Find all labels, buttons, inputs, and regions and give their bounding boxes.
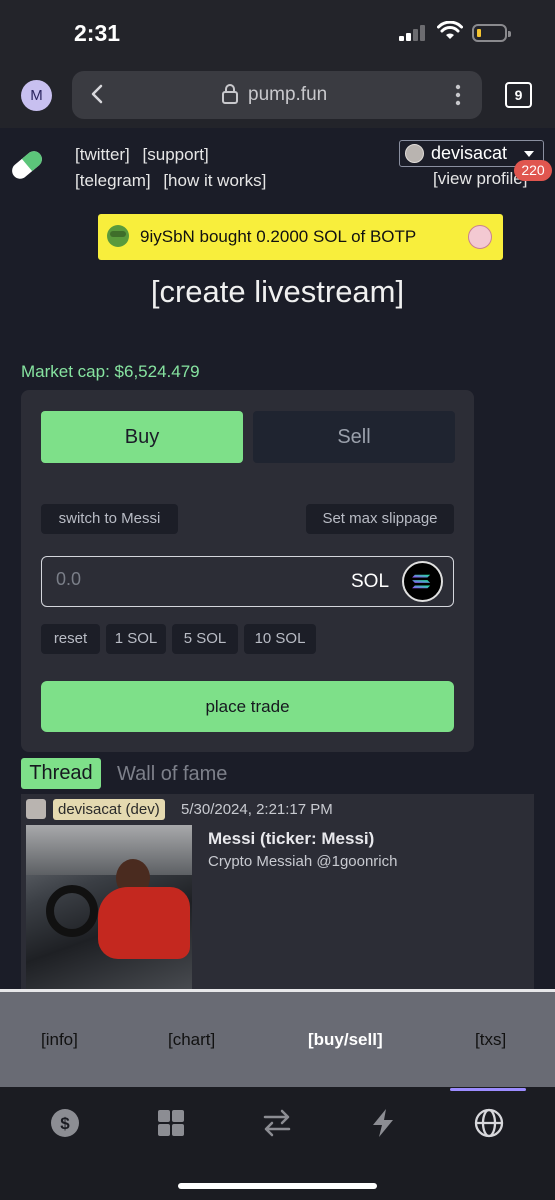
post-author-avatar (26, 799, 46, 819)
page-section-nav: [info] [chart] [buy/sell] [txs] (0, 989, 555, 1087)
one-sol-button[interactable]: 1 SOL (106, 624, 166, 654)
back-chevron-icon[interactable] (90, 83, 104, 105)
amount-input[interactable] (56, 569, 276, 590)
buy-button[interactable]: Buy (41, 411, 243, 463)
market-cap: Market cap: $6,524.479 (21, 362, 200, 381)
url-text: pump.fun (248, 84, 328, 105)
support-link[interactable]: [support] (143, 145, 209, 164)
telegram-link[interactable]: [telegram] (75, 171, 151, 190)
status-time: 2:31 (74, 20, 121, 46)
reset-amount-button[interactable]: reset (41, 624, 100, 654)
username: devisacat (431, 143, 508, 163)
address-bar[interactable]: pump.fun (72, 71, 482, 119)
status-bar: 2:31 (0, 0, 555, 62)
pill-logo-icon[interactable] (8, 147, 46, 183)
swap-icon[interactable] (261, 1107, 293, 1139)
post-image[interactable] (26, 825, 192, 994)
ten-sol-button[interactable]: 10 SOL (244, 624, 316, 654)
nav-buy-sell[interactable]: [buy/sell] (308, 1030, 383, 1050)
browser-bar: M pump.fun 9 (0, 62, 555, 128)
tab-wall-of-fame[interactable]: Wall of fame (117, 763, 227, 786)
user-avatar (405, 144, 424, 163)
twitter-link[interactable]: [twitter] (75, 145, 130, 164)
notification-badge[interactable]: 220 (514, 160, 552, 181)
nav-chart[interactable]: [chart] (168, 1030, 215, 1050)
nav-txs[interactable]: [txs] (475, 1030, 506, 1050)
trade-panel: Buy Sell switch to Messi Set max slippag… (21, 390, 474, 752)
sell-button[interactable]: Sell (253, 411, 455, 463)
currency-label: SOL (351, 571, 390, 592)
frog-avatar-icon (107, 225, 129, 247)
five-sol-button[interactable]: 5 SOL (172, 624, 238, 654)
caret-down-icon (524, 151, 534, 157)
battery-icon (472, 24, 511, 42)
solana-icon (402, 561, 443, 602)
place-trade-button[interactable]: place trade (41, 681, 454, 732)
lock-icon (222, 84, 238, 104)
thread-post: devisacat (dev) 5/30/2024, 2:21:17 PM Me… (21, 794, 534, 994)
more-options-icon[interactable] (454, 84, 462, 106)
post-subtitle: Crypto Messiah @1goonrich (208, 853, 398, 870)
tab-thread[interactable]: Thread (21, 758, 101, 789)
header-links: [twitter] [support] [telegram] [how it w… (75, 142, 274, 194)
switch-token-button[interactable]: switch to Messi (41, 504, 178, 534)
globe-icon[interactable] (473, 1107, 505, 1139)
ticker-text: 9iySbN bought 0.2000 SOL of BOTP (140, 227, 417, 246)
amount-field[interactable]: SOL (41, 556, 454, 607)
grid-icon[interactable] (155, 1107, 187, 1139)
tab-count-button[interactable]: 9 (505, 82, 532, 108)
trade-ticker-banner[interactable]: 9iySbN bought 0.2000 SOL of BOTP (98, 214, 503, 260)
cellular-signal-icon (399, 25, 429, 41)
token-image-icon (468, 225, 492, 249)
create-livestream-link[interactable]: [create livestream] (0, 274, 555, 310)
how-it-works-link[interactable]: [how it works] (163, 171, 266, 190)
post-author-tag[interactable]: devisacat (dev) (53, 799, 165, 820)
post-date: 5/30/2024, 2:21:17 PM (181, 801, 333, 818)
lightning-icon[interactable] (367, 1107, 399, 1139)
dollar-icon[interactable]: $ (49, 1107, 81, 1139)
nav-info[interactable]: [info] (41, 1030, 78, 1050)
home-indicator (178, 1183, 377, 1189)
post-title: Messi (ticker: Messi) (208, 829, 375, 848)
max-slippage-button[interactable]: Set max slippage (306, 504, 454, 534)
active-tab-indicator (450, 1088, 526, 1091)
wifi-icon (437, 21, 463, 39)
svg-text:$: $ (60, 1114, 70, 1133)
browser-profile-avatar[interactable]: M (21, 80, 52, 111)
